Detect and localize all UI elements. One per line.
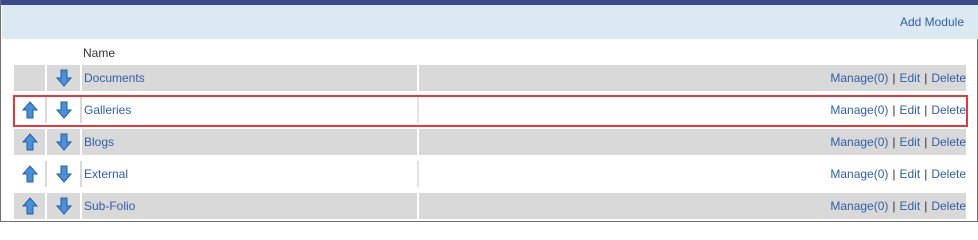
table-row: External Manage(0) | Edit | Delete	[14, 161, 966, 187]
row-actions: Manage(0) | Edit | Delete	[419, 129, 966, 155]
manage-link[interactable]: Manage(0)	[830, 199, 888, 213]
move-up-cell	[14, 65, 47, 91]
row-actions: Manage(0) | Edit | Delete	[419, 97, 966, 123]
arrow-down-icon[interactable]	[55, 101, 72, 119]
move-up-cell[interactable]	[14, 129, 47, 155]
edit-link[interactable]: Edit	[900, 199, 921, 213]
move-down-cell[interactable]	[47, 193, 82, 219]
arrow-up-icon[interactable]	[21, 165, 38, 183]
module-name-cell: Documents	[82, 65, 419, 91]
move-down-cell[interactable]	[47, 161, 82, 187]
separator: |	[924, 167, 928, 181]
move-down-cell[interactable]	[47, 97, 82, 123]
row-actions: Manage(0) | Edit | Delete	[419, 65, 966, 91]
delete-link[interactable]: Delete	[931, 135, 966, 149]
column-header-name: Name	[83, 46, 116, 60]
move-up-cell[interactable]	[14, 97, 47, 123]
manage-link[interactable]: Manage(0)	[830, 71, 888, 85]
table-row: Sub-Folio Manage(0) | Edit | Delete	[14, 193, 966, 219]
module-name-link[interactable]: Sub-Folio	[84, 199, 135, 213]
arrow-down-icon[interactable]	[55, 165, 72, 183]
edit-link[interactable]: Edit	[900, 135, 921, 149]
module-name-cell: Blogs	[82, 129, 419, 155]
arrow-down-icon[interactable]	[55, 133, 72, 151]
edit-link[interactable]: Edit	[900, 103, 921, 117]
manage-link[interactable]: Manage(0)	[830, 167, 888, 181]
arrow-down-icon[interactable]	[55, 197, 72, 215]
separator: |	[924, 103, 928, 117]
arrow-down-icon[interactable]	[55, 69, 72, 87]
module-name-link[interactable]: Documents	[84, 71, 145, 85]
add-module-link[interactable]: Add Module	[900, 15, 964, 29]
separator: |	[924, 199, 928, 213]
separator: |	[892, 167, 896, 181]
arrow-up-icon[interactable]	[21, 197, 38, 215]
separator: |	[892, 135, 896, 149]
module-name-cell: External	[82, 161, 419, 187]
move-down-cell[interactable]	[47, 65, 82, 91]
separator: |	[892, 71, 896, 85]
row-actions: Manage(0) | Edit | Delete	[419, 161, 966, 187]
separator: |	[924, 71, 928, 85]
move-up-cell[interactable]	[14, 161, 47, 187]
module-name-cell: Sub-Folio	[82, 193, 419, 219]
module-list-panel: Add Module Name Documents Manage(0) | Ed…	[0, 0, 978, 222]
table-row: Blogs Manage(0) | Edit | Delete	[14, 129, 966, 155]
row-actions: Manage(0) | Edit | Delete	[419, 193, 966, 219]
move-up-cell[interactable]	[14, 193, 47, 219]
arrow-up-icon[interactable]	[21, 133, 38, 151]
delete-link[interactable]: Delete	[931, 167, 966, 181]
delete-link[interactable]: Delete	[931, 71, 966, 85]
module-name-link[interactable]: Galleries	[84, 103, 131, 117]
module-name-link[interactable]: External	[84, 167, 128, 181]
edit-link[interactable]: Edit	[900, 71, 921, 85]
delete-link[interactable]: Delete	[931, 199, 966, 213]
module-name-cell: Galleries	[82, 97, 419, 123]
separator: |	[892, 103, 896, 117]
table-row: Documents Manage(0) | Edit | Delete	[14, 65, 966, 91]
separator: |	[892, 199, 896, 213]
toolbar: Add Module	[2, 5, 978, 39]
move-down-cell[interactable]	[47, 129, 82, 155]
edit-link[interactable]: Edit	[900, 167, 921, 181]
manage-link[interactable]: Manage(0)	[830, 103, 888, 117]
table-row: Galleries Manage(0) | Edit | Delete	[14, 97, 966, 123]
arrow-up-icon[interactable]	[21, 101, 38, 119]
separator: |	[924, 135, 928, 149]
delete-link[interactable]: Delete	[931, 103, 966, 117]
manage-link[interactable]: Manage(0)	[830, 135, 888, 149]
module-name-link[interactable]: Blogs	[84, 135, 114, 149]
